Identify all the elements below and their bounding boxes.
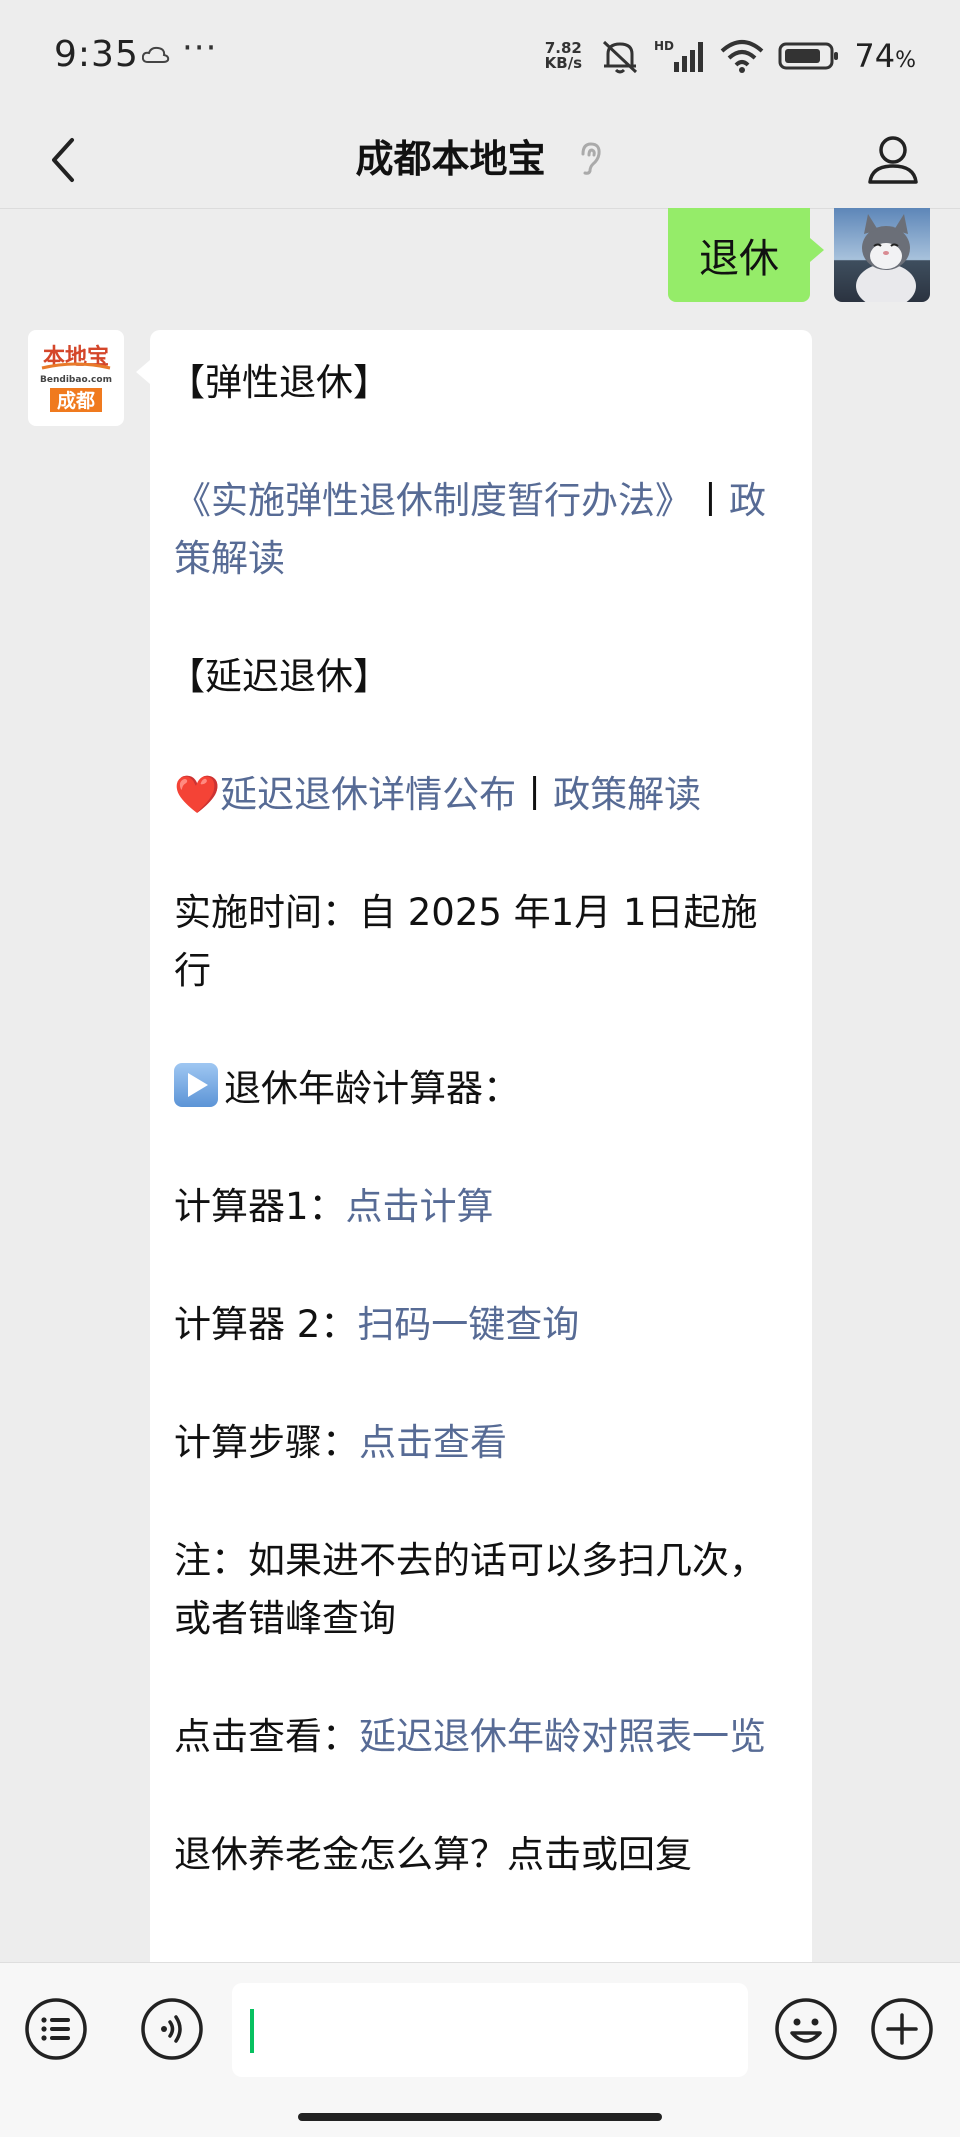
calculator-title: 退休年龄计算器： bbox=[224, 1067, 520, 1110]
link-flexible-retirement-measures[interactable]: 《实施弹性退休制度暂行办法》 bbox=[174, 479, 692, 522]
link-separator: 丨 bbox=[692, 479, 729, 522]
emoji-icon[interactable] bbox=[774, 1997, 838, 2061]
status-icons: 7.82 KB/s HD 74% bbox=[540, 30, 916, 82]
battery-value: 74 bbox=[854, 37, 896, 75]
profile-icon[interactable] bbox=[862, 128, 924, 190]
home-indicator[interactable] bbox=[298, 2113, 662, 2121]
my-avatar[interactable] bbox=[834, 208, 930, 302]
hd-label: HD bbox=[654, 39, 674, 53]
sent-message-text: 退休 bbox=[699, 236, 779, 282]
logo-city: 成都 bbox=[57, 389, 95, 412]
received-message-bubble: 【弹性退休】 《实施弹性退休制度暂行办法》丨政策解读 【延迟退休】 ❤️延迟退休… bbox=[136, 330, 812, 2090]
link-policy-interpretation-2[interactable]: 政策解读 bbox=[553, 773, 701, 816]
link-view-steps[interactable]: 点击查看 bbox=[359, 1421, 507, 1464]
battery-percent: 74% bbox=[854, 37, 916, 75]
wifi-icon bbox=[721, 40, 764, 73]
steps-label: 计算步骤： bbox=[174, 1421, 359, 1464]
sent-message-bubble[interactable]: 退休 bbox=[668, 208, 824, 302]
bot-avatar[interactable]: 本地宝 Bendibao.com 成都 bbox=[28, 330, 124, 426]
steps-line: 计算步骤：点击查看 bbox=[174, 1414, 786, 1472]
text-cursor bbox=[250, 2009, 254, 2053]
heart-icon: ❤️ bbox=[174, 773, 221, 816]
battery-percent-sign: % bbox=[895, 48, 916, 73]
chat-input-bar bbox=[0, 1962, 960, 2137]
link-age-table[interactable]: 延迟退休年龄对照表一览 bbox=[359, 1715, 766, 1758]
calculator-heading: 退休年龄计算器： bbox=[174, 1060, 786, 1118]
calculator-1-line: 计算器1：点击计算 bbox=[174, 1178, 786, 1236]
bendibao-logo: 本地宝 Bendibao.com 成都 bbox=[40, 344, 112, 412]
delayed-retirement-links: ❤️延迟退休详情公布丨政策解读 bbox=[174, 766, 786, 824]
chat-header: 成都本地宝 bbox=[0, 110, 960, 210]
page-title: 成都本地宝 bbox=[355, 137, 546, 181]
voice-icon[interactable] bbox=[140, 1997, 204, 2061]
calc2-label: 计算器 2： bbox=[174, 1303, 358, 1346]
menu-list-icon[interactable] bbox=[24, 1997, 88, 2061]
pension-text: 退休养老金怎么算？点击或回复 bbox=[174, 1833, 692, 1876]
play-button-icon bbox=[174, 1063, 218, 1107]
ear-icon bbox=[581, 142, 601, 175]
flexible-retirement-links: 《实施弹性退休制度暂行办法》丨政策解读 bbox=[174, 472, 786, 588]
implement-time-text: 实施时间：自 2025 年1月 1日起施行 bbox=[174, 891, 758, 992]
section-title-flexible-retirement: 【弹性退休】 bbox=[168, 361, 390, 404]
section-title-delayed-retirement: 【延迟退休】 bbox=[168, 655, 390, 698]
network-speed: 7.82 KB/s bbox=[540, 41, 586, 71]
cloud-icon bbox=[142, 46, 170, 63]
signal-icon: HD bbox=[654, 39, 704, 72]
status-more-dots: ··· bbox=[182, 28, 218, 68]
link-delayed-retirement-details[interactable]: 延迟退休详情公布 bbox=[220, 773, 516, 816]
message-input[interactable] bbox=[232, 1983, 748, 2077]
link-click-calculate[interactable]: 点击计算 bbox=[346, 1185, 494, 1228]
status-time: 9:35 bbox=[54, 34, 139, 75]
cat-avatar-image bbox=[834, 208, 930, 302]
header-divider bbox=[0, 208, 960, 209]
logo-domain: Bendibao.com bbox=[40, 375, 112, 385]
plus-icon[interactable] bbox=[870, 1997, 934, 2061]
calc1-label: 计算器1： bbox=[174, 1185, 346, 1228]
mute-bell-icon bbox=[603, 40, 638, 74]
status-bar: 9:35 ··· 7.82 KB/s HD 74% bbox=[0, 0, 960, 110]
link-separator-2: 丨 bbox=[516, 773, 554, 816]
note-text: 注：如果进不去的话可以多扫几次，或者错峰查询 bbox=[174, 1539, 766, 1640]
battery-icon bbox=[778, 42, 839, 70]
calculator-2-line: 计算器 2：扫码一键查询 bbox=[174, 1296, 786, 1354]
age-table-line: 点击查看：延迟退休年龄对照表一览 bbox=[174, 1708, 786, 1766]
header-title-wrap: 成都本地宝 bbox=[0, 128, 960, 183]
net-speed-unit: KB/s bbox=[544, 54, 583, 72]
table-label: 点击查看： bbox=[174, 1715, 359, 1758]
link-scan-query[interactable]: 扫码一键查询 bbox=[357, 1303, 579, 1346]
